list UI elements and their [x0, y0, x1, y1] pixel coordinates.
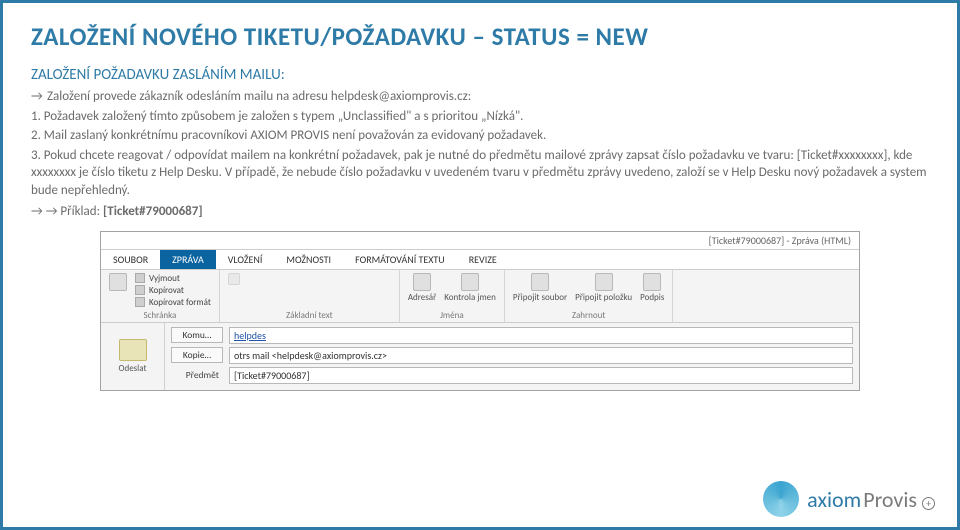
- ribbon-group-schranka: Vyjmout Kopírovat Kopírovat formát Schrá…: [101, 270, 220, 322]
- arrow-icon: →: [31, 88, 47, 106]
- ribbon-group-jmena: Adresář Kontrola jmen Jména: [400, 270, 505, 322]
- send-button[interactable]: Odeslat: [101, 323, 165, 390]
- subject-label: Předmět: [171, 369, 223, 381]
- copy-label: Kopírovat: [149, 285, 184, 296]
- slide-title: ZALOŽENÍ NOVÉHO TIKETU/POŽADAVKU – STATU…: [31, 21, 929, 52]
- group-label-zakladni: Základní text: [228, 310, 391, 321]
- signature-button[interactable]: Podpis: [640, 273, 664, 303]
- send-icon: [119, 339, 147, 361]
- font-icon: [228, 273, 240, 285]
- send-label: Odeslat: [119, 363, 147, 374]
- section-subtitle: ZALOŽENÍ POŽADAVKU ZASLÁNÍM MAILU:: [31, 66, 929, 84]
- tab-moznosti[interactable]: MOŽNOSTI: [274, 250, 343, 269]
- outlook-window-title: [Ticket#79000687] - Zpráva (HTML): [101, 232, 859, 250]
- to-value: helpdes: [234, 329, 266, 342]
- group-label-jmena: Jména: [408, 310, 496, 321]
- attach-file-button[interactable]: Připojit soubor: [513, 273, 567, 303]
- check-names-button[interactable]: Kontrola jmen: [444, 273, 496, 303]
- logo-mark-icon: [763, 481, 799, 517]
- logo-sup: +: [922, 497, 935, 510]
- attach-item-button[interactable]: Připojit položku: [575, 273, 632, 303]
- group-label-zahrnout: Zahrnout: [513, 310, 665, 321]
- font-controls[interactable]: [228, 273, 240, 285]
- address-book-icon: [413, 273, 431, 291]
- attach-file-icon: [531, 273, 549, 291]
- outlook-compose-window: [Ticket#79000687] - Zpráva (HTML) SOUBOR…: [100, 231, 860, 391]
- format-painter-icon: [135, 297, 145, 307]
- attach-file-label: Připojit soubor: [513, 292, 567, 303]
- logo-text-2: Provis: [863, 486, 917, 513]
- subject-field[interactable]: [Ticket#79000687]: [229, 367, 853, 384]
- intro-text: Založení provede zákazník odesláním mail…: [47, 89, 471, 104]
- cc-field[interactable]: otrs mail <helpdesk@axiomprovis.cz>: [229, 347, 853, 364]
- outlook-fields: Odeslat Komu… helpdes Kopie… otrs mail <…: [101, 323, 859, 390]
- intro-line: →Založení provede zákazník odesláním mai…: [31, 88, 929, 106]
- format-painter-label: Kopírovat formát: [149, 297, 211, 308]
- attach-item-icon: [595, 273, 613, 291]
- copy-icon: [135, 285, 145, 295]
- check-names-icon: [461, 273, 479, 291]
- to-field[interactable]: helpdes: [229, 327, 853, 344]
- brand-logo: axiomProvis +: [763, 481, 935, 517]
- point-1: 1. Požadavek založený tímto způsobem je …: [31, 108, 929, 126]
- tab-soubor[interactable]: SOUBOR: [101, 250, 160, 269]
- point-2: 2. Mail zaslaný konkrétnímu pracovníkovi…: [31, 127, 929, 145]
- tab-zprava[interactable]: ZPRÁVA: [160, 250, 216, 269]
- cc-button[interactable]: Kopie…: [171, 347, 223, 363]
- paste-icon: [109, 273, 127, 291]
- point-3: 3. Pokud chcete reagovat / odpovídat mai…: [31, 147, 929, 200]
- example-line: → → Příklad: [Ticket#79000687]: [31, 203, 929, 221]
- check-names-label: Kontrola jmen: [444, 292, 496, 303]
- ribbon-group-zakladni-text: Základní text: [220, 270, 400, 322]
- signature-icon: [643, 273, 661, 291]
- cut-icon: [135, 273, 145, 283]
- signature-label: Podpis: [640, 292, 664, 303]
- to-button[interactable]: Komu…: [171, 327, 223, 343]
- tab-vlozeni[interactable]: VLOŽENÍ: [216, 250, 275, 269]
- group-label-schranka: Schránka: [109, 310, 211, 321]
- address-book-button[interactable]: Adresář: [408, 273, 436, 303]
- cut-button[interactable]: Vyjmout: [135, 273, 211, 284]
- cut-label: Vyjmout: [149, 273, 180, 284]
- tab-revize[interactable]: REVIZE: [457, 250, 509, 269]
- copy-button[interactable]: Kopírovat: [135, 285, 211, 296]
- format-painter-button[interactable]: Kopírovat formát: [135, 297, 211, 308]
- outlook-ribbon: Vyjmout Kopírovat Kopírovat formát Schrá…: [101, 270, 859, 323]
- attach-item-label: Připojit položku: [575, 292, 632, 303]
- ribbon-group-zahrnout: Připojit soubor Připojit položku Podpis …: [505, 270, 674, 322]
- logo-text-1: axiom: [807, 486, 861, 513]
- address-book-label: Adresář: [408, 292, 436, 303]
- outlook-ribbon-tabs: SOUBOR ZPRÁVA VLOŽENÍ MOŽNOSTI FORMÁTOVÁ…: [101, 250, 859, 270]
- example-label: → → Příklad:: [31, 204, 100, 219]
- paste-button[interactable]: [109, 273, 127, 291]
- example-value: [Ticket#79000687]: [103, 204, 203, 219]
- tab-formatovani[interactable]: FORMÁTOVÁNÍ TEXTU: [343, 250, 457, 269]
